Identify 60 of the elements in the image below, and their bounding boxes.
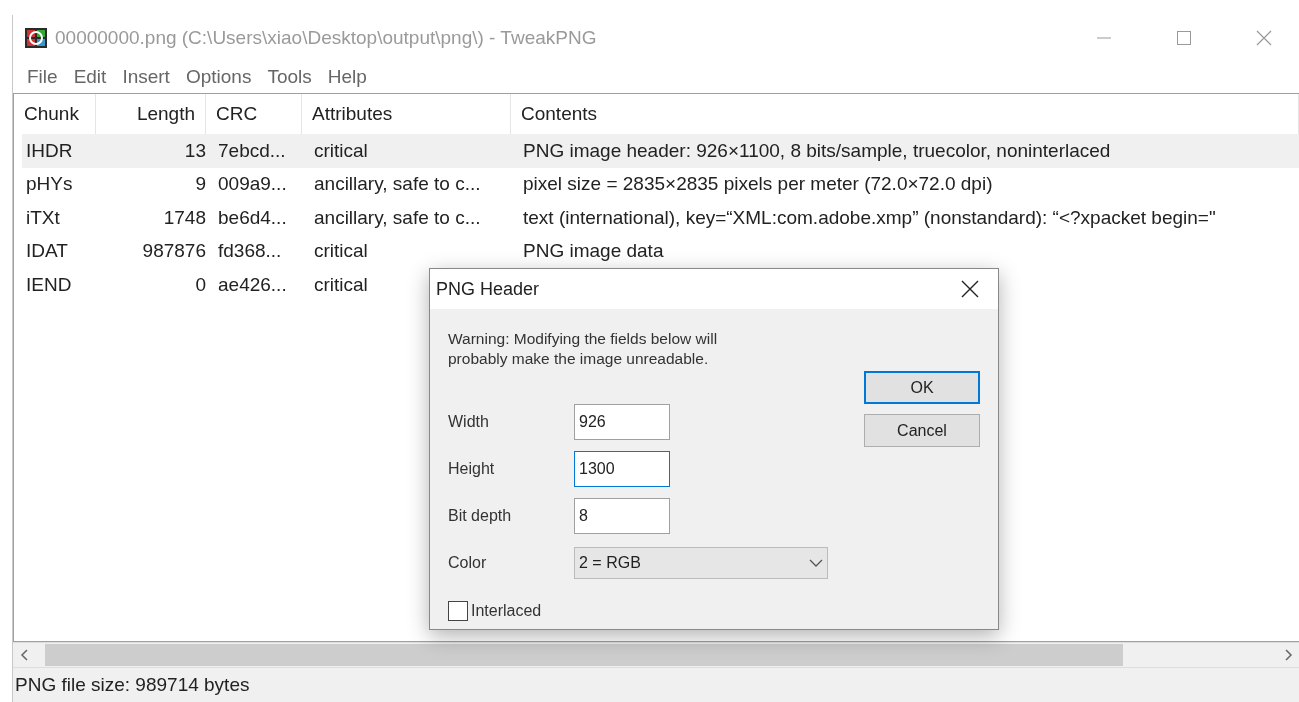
table-cell-text: PNG image data xyxy=(522,240,665,263)
dialog-button[interactable]: OK xyxy=(864,371,980,404)
table-cell-text: pixel size = 2835×2835 pixels per meter (72.0×72.0 dpi) xyxy=(522,173,994,196)
field-label: Bit depth xyxy=(448,506,513,525)
table-cell-text: ancillary, safe to c... xyxy=(313,206,482,229)
table-cell-text: 0 xyxy=(195,273,207,296)
table-cell-text: critical xyxy=(313,273,369,296)
dialog-button[interactable]: Cancel xyxy=(864,414,980,447)
scroll-right-icon[interactable] xyxy=(1282,648,1294,662)
table-cell-text: 987876 xyxy=(142,240,207,263)
table-cell-text: 9 xyxy=(195,173,207,196)
menu-item[interactable]: Tools xyxy=(261,65,318,88)
table-cell-text: 009a9... xyxy=(217,173,288,196)
table-cell-text: 13 xyxy=(184,139,207,162)
close-icon xyxy=(961,280,979,298)
minimize-icon xyxy=(1096,36,1112,39)
table-cell-text: fd368... xyxy=(217,240,283,263)
table-cell-text: IDAT xyxy=(25,240,69,263)
menu-item[interactable]: Help xyxy=(321,65,373,88)
checkbox[interactable] xyxy=(448,601,468,621)
chunk-row[interactable]: IHDR 13 7ebcd... critical PNG image header: 926×1100, 8 bits/sample, truecolor, noninterlaced xyxy=(22,134,1299,168)
chunk-row[interactable]: iTXt 1748 be6d4... ancillary, safe to c... text (international), key=“XML:com.adobe.xmp” (nonstandard): “<?xpacket begin=" xyxy=(22,201,1220,235)
table-cell-text: text (international), key=“XML:com.adobe.xmp” (nonstandard): “<?xpacket begin=" xyxy=(522,206,1217,229)
window-title: 00000000.png (C:\Users\xiao\Desktop\output\png\) - TweakPNG xyxy=(55,26,598,49)
maximize-icon xyxy=(1176,29,1192,46)
chevron-down-icon xyxy=(809,558,823,567)
horizontal-scrollbar[interactable] xyxy=(13,642,1299,667)
field-label: Color xyxy=(448,553,488,572)
scrollbar-thumb[interactable] xyxy=(45,644,1123,666)
table-cell-text: IEND xyxy=(25,273,73,296)
table-cell-text: 1748 xyxy=(163,206,207,229)
table-cell-text: PNG image header: 926×1100, 8 bits/sample, truecolor, noninterlaced xyxy=(522,139,1112,162)
close-icon xyxy=(1256,29,1272,46)
table-cell-text: pHYs xyxy=(25,173,74,196)
scroll-left-icon[interactable] xyxy=(19,648,31,662)
menu-item[interactable]: File xyxy=(21,65,64,88)
app-icon xyxy=(25,27,47,48)
chunk-row[interactable]: IDAT 987876 fd368... critical PNG image data xyxy=(22,234,668,268)
table-cell-text: critical xyxy=(313,139,369,162)
table-cell-text: iTXt xyxy=(25,206,61,229)
table-cell-text: 7ebcd... xyxy=(217,139,287,162)
field-label: Height xyxy=(448,459,496,478)
status-text: PNG file size: 989714 bytes xyxy=(15,674,250,696)
dialog-title: PNG Header xyxy=(436,278,541,300)
input-field[interactable]: 1300 xyxy=(574,450,670,487)
input-field[interactable]: 8 xyxy=(574,497,670,534)
color-dropdown[interactable]: 2 = RGB xyxy=(574,546,828,579)
field-label: Width xyxy=(448,412,490,431)
chunk-row[interactable]: pHYs 9 009a9... ancillary, safe to c... pixel size = 2835×2835 pixels per meter (72.0×72.0 dpi) xyxy=(22,167,997,201)
checkbox-label[interactable]: Interlaced xyxy=(471,602,542,620)
menu-item[interactable]: Edit xyxy=(67,65,113,88)
menu-item[interactable]: Options xyxy=(179,65,258,88)
menu-item[interactable]: Insert xyxy=(116,65,176,88)
table-cell-text: ae426... xyxy=(217,273,288,296)
table-cell-text: critical xyxy=(313,240,369,263)
warning-text: Warning: Modifying the fields below will probably make the image unreadable. xyxy=(448,329,719,369)
table-cell-text: IHDR xyxy=(25,139,74,162)
input-field[interactable]: 926 xyxy=(574,403,670,440)
table-cell-text: ancillary, safe to c... xyxy=(313,173,482,196)
table-cell-text: be6d4... xyxy=(217,206,288,229)
